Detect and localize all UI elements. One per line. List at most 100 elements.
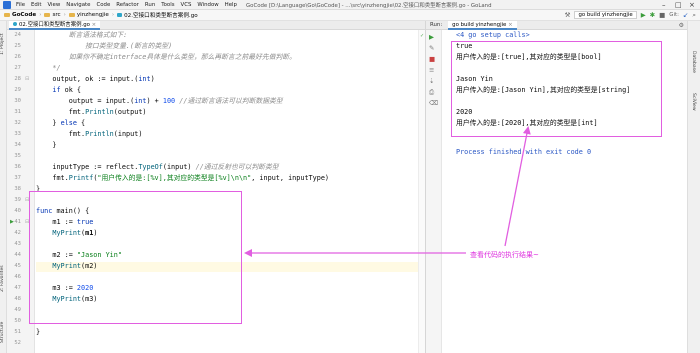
line-number: 27 — [14, 65, 21, 71]
scroll-to-end-icon[interactable]: ⇣ — [429, 77, 434, 85]
rerun-icon[interactable]: ▶ — [429, 33, 434, 41]
line-number: 26 — [14, 54, 21, 60]
minimize-icon[interactable]: – — [662, 1, 666, 9]
code-line: fmt.Println(input) — [36, 130, 143, 138]
git-label: Git: — [669, 12, 679, 18]
line-number: 39 — [14, 197, 21, 203]
debug-icon[interactable]: ✱ — [650, 11, 655, 19]
breadcrumb-src[interactable]: src — [52, 12, 60, 18]
code-line: } — [36, 141, 57, 149]
line-number: 32 — [14, 120, 21, 126]
code-line: 接口类型变量.(断言的类型) — [36, 42, 173, 50]
line-number: 38 — [14, 186, 21, 192]
maximize-icon[interactable]: □ — [675, 1, 682, 9]
line-number: 35 — [14, 153, 21, 159]
menu-vcs[interactable]: VCS — [181, 2, 192, 8]
annotation-box-main-function — [29, 191, 242, 324]
run-gutter-icon[interactable]: ▶ — [10, 218, 14, 227]
line-number: 30 — [14, 98, 21, 104]
gear-icon[interactable]: ⚙ — [679, 21, 684, 30]
line-number: 47 — [14, 285, 21, 291]
stop-icon[interactable]: ■ — [429, 55, 435, 63]
right-tool-strip: Database SciView — [687, 21, 700, 353]
project-tool-tab[interactable]: 1: Project — [0, 27, 7, 61]
menu-navigate[interactable]: Navigate — [66, 2, 90, 8]
line-number: 52 — [14, 340, 21, 346]
run-toolbar: ⚒ go build yinzhengjie ▶ ✱ ■ Git: ↙ ⌕ — [565, 11, 696, 19]
code-line: output = input.(int) + 100 //通过断言语法可以判断数… — [36, 97, 283, 105]
code-line: 断言语法格式如下: — [36, 31, 128, 39]
editor-tab-active[interactable]: 02.空接口和类型断言案例.go × — [9, 21, 101, 30]
git-update-icon[interactable]: ↙ — [683, 11, 688, 19]
menu-help[interactable]: Help — [225, 2, 237, 8]
line-number: 40 — [14, 208, 21, 214]
breadcrumb-package[interactable]: yinzhengjie — [77, 12, 109, 18]
run-header: Run: go build yinzhengjie × ⚙ — [426, 20, 688, 30]
menu-file[interactable]: File — [16, 2, 25, 8]
menu-bar: File Edit View Navigate Code Refactor Ru… — [0, 0, 700, 10]
menu-window[interactable]: Window — [197, 2, 218, 8]
breadcrumb-separator: › — [39, 12, 42, 18]
run-tab-label: go build yinzhengjie — [452, 21, 507, 28]
menu-code[interactable]: Code — [96, 2, 110, 8]
print-icon[interactable]: ⎙ — [429, 88, 434, 96]
annotation-box-console-output — [451, 41, 662, 137]
editor-tab-label: 02.空接口和类型断言案例.go — [19, 22, 90, 28]
code-line: fmt.Println(output) — [36, 108, 147, 116]
run-tab[interactable]: go build yinzhengjie × — [448, 20, 517, 30]
structure-tool-tab[interactable]: Structure — [0, 317, 7, 347]
trash-icon[interactable]: ⌫ — [429, 99, 438, 107]
line-number: 28 — [14, 76, 21, 82]
sciview-tool-tab[interactable]: SciView — [691, 93, 696, 123]
line-number: 51 — [14, 329, 21, 335]
search-icon[interactable]: ⌕ — [692, 11, 696, 19]
database-tool-tab[interactable]: Database — [691, 51, 696, 85]
navigation-bar: GoCode › src › yinzhengjie › 02.空接口和类型断言… — [0, 10, 700, 21]
annotation-label: 查看代码的执行结果~ — [470, 251, 539, 259]
folder-icon — [4, 13, 10, 17]
hammer-icon[interactable]: ⚒ — [565, 11, 571, 19]
tab-close-icon[interactable]: × — [92, 22, 97, 28]
menu-edit[interactable]: Edit — [31, 2, 41, 8]
close-icon[interactable]: × — [689, 1, 695, 9]
line-number: 24 — [14, 32, 21, 38]
favorites-tool-tab[interactable]: 2: Favorites — [0, 259, 7, 299]
line-number: 31 — [14, 109, 21, 115]
breadcrumb-separator: › — [63, 12, 66, 18]
editor-scrollbar[interactable]: ✓ — [418, 30, 425, 353]
line-number: 34 — [14, 142, 21, 148]
left-tool-strip: 1: Project 2: Favorites Structure — [0, 21, 7, 353]
code-line: 如果你不确定interface具体是什么类型，那么再断言之前最好先做判断。 — [36, 53, 296, 61]
stop-icon[interactable]: ■ — [659, 11, 665, 19]
tab-close-icon[interactable]: × — [508, 22, 513, 28]
line-number: 29 — [14, 87, 21, 93]
menu-run[interactable]: Run — [145, 2, 155, 8]
run-label: Run: — [430, 22, 443, 28]
line-number: 37 — [14, 175, 21, 181]
console-line: <4 go setup calls> — [456, 31, 530, 39]
run-configuration-select[interactable]: go build yinzhengjie — [574, 11, 637, 19]
code-line: output, ok := input.(int) — [36, 75, 155, 83]
breadcrumb-file[interactable]: 02.空接口和类型断言案例.go — [124, 11, 198, 19]
editor-tab-bar: 02.空接口和类型断言案例.go × — [7, 21, 425, 30]
line-number: 46 — [14, 274, 21, 280]
go-file-icon — [13, 22, 17, 26]
line-number: 42 — [14, 230, 21, 236]
run-icon[interactable]: ▶ — [641, 11, 646, 19]
run-tool-sidebar: ▶ ✎ ■ ≡ ⇣ ⎙ ⌫ — [426, 30, 442, 353]
menu-tools[interactable]: Tools — [161, 2, 174, 8]
menu-view[interactable]: View — [47, 2, 60, 8]
wrench-icon[interactable]: ✎ — [429, 44, 434, 52]
fold-marker-icon[interactable]: ⊟ — [25, 75, 29, 84]
breadcrumb-project[interactable]: GoCode — [12, 12, 36, 18]
line-number: 36 — [14, 164, 21, 170]
soft-wrap-icon[interactable]: ≡ — [429, 66, 434, 74]
code-line: if ok { — [36, 86, 82, 94]
go-file-icon — [117, 13, 123, 17]
code-line: } else { — [36, 119, 86, 127]
goland-logo-icon — [3, 0, 11, 9]
menu-refactor[interactable]: Refactor — [116, 2, 139, 8]
breadcrumb-separator: › — [111, 12, 115, 18]
code-line: */ — [36, 64, 61, 72]
